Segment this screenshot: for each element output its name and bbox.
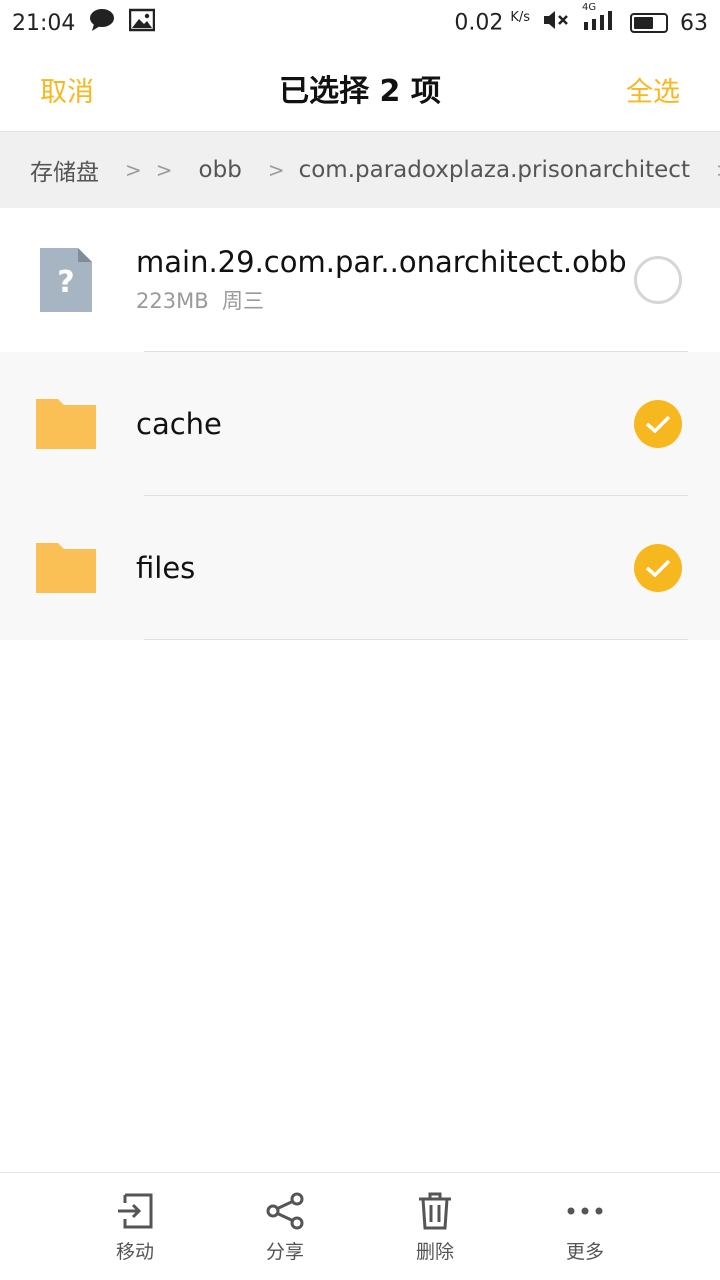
chevron-right-icon: > xyxy=(267,158,285,182)
list-item[interactable]: ? main.29.com.par..onarchitect.obb 223MB… xyxy=(0,208,720,352)
list-item[interactable]: cache xyxy=(0,352,720,496)
list-item[interactable]: files xyxy=(0,496,720,640)
breadcrumb: 存储盘 > > obb > com.paradoxplaza.prisonarc… xyxy=(0,132,720,208)
breadcrumb-item-package[interactable]: com.paradoxplaza.prisonarchitect xyxy=(299,157,702,183)
select-checkbox[interactable] xyxy=(634,400,682,448)
share-icon xyxy=(266,1192,304,1230)
checkmark-icon xyxy=(645,559,671,578)
file-list: ? main.29.com.par..onarchitect.obb 223MB… xyxy=(0,208,720,640)
checkmark-icon xyxy=(645,415,671,434)
status-bar: 21:04 0.02 K/s 4G 63 xyxy=(0,0,720,44)
more-button[interactable]: 更多 xyxy=(535,1191,635,1264)
image-icon xyxy=(129,8,156,38)
more-label: 更多 xyxy=(565,1241,604,1263)
select-checkbox[interactable] xyxy=(634,544,682,592)
more-icon xyxy=(567,1207,603,1215)
folder-icon xyxy=(34,543,98,593)
chevron-right-icon: > xyxy=(155,158,173,182)
delete-button[interactable]: 删除 xyxy=(385,1191,485,1264)
net-speed: 0.02 K/s xyxy=(454,10,530,36)
selection-header: 取消 已选择 2 项 全选 xyxy=(0,44,720,132)
unknown-file-icon: ? xyxy=(34,248,98,312)
move-icon xyxy=(118,1193,153,1229)
bottom-action-bar: 移动 分享 删除 更多 xyxy=(0,1172,720,1280)
chevron-right-icon: > xyxy=(702,158,720,182)
folder-name: cache xyxy=(136,407,222,441)
breadcrumb-item-obb[interactable]: obb xyxy=(187,157,254,183)
select-checkbox[interactable] xyxy=(634,256,682,304)
battery-icon xyxy=(630,13,668,33)
status-time: 21:04 xyxy=(12,10,76,36)
share-label: 分享 xyxy=(265,1241,304,1263)
divider xyxy=(144,639,688,640)
signal-icon: 4G xyxy=(582,2,618,38)
battery-level: 63 xyxy=(680,10,708,36)
message-icon xyxy=(89,8,115,38)
chevron-right-icon: > xyxy=(125,158,142,182)
move-label: 移动 xyxy=(115,1241,154,1263)
file-name: main.29.com.par..onarchitect.obb xyxy=(136,245,627,279)
delete-icon xyxy=(419,1192,451,1230)
breadcrumb-item-storage[interactable]: 存储盘 xyxy=(0,153,111,187)
cancel-button[interactable]: 取消 xyxy=(40,70,94,109)
share-button[interactable]: 分享 xyxy=(235,1191,335,1264)
select-all-button[interactable]: 全选 xyxy=(626,70,680,109)
page-title: 已选择 2 项 xyxy=(279,73,441,109)
mute-icon xyxy=(542,8,570,38)
folder-icon xyxy=(34,399,98,449)
folder-name: files xyxy=(136,551,196,585)
delete-label: 删除 xyxy=(415,1241,454,1263)
move-button[interactable]: 移动 xyxy=(85,1191,185,1264)
file-meta: 223MB 周三 xyxy=(136,289,264,313)
svg-text:?: ? xyxy=(57,265,74,300)
